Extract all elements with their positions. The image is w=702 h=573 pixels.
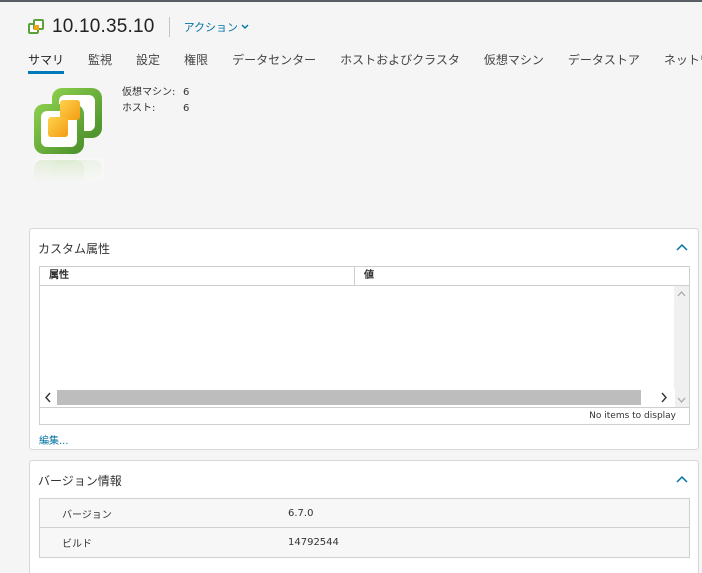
tab-bar: サマリ 監視 設定 権限 データセンター ホストおよびクラスタ 仮想マシン デー…: [28, 50, 702, 74]
column-header-value[interactable]: 値: [355, 267, 675, 285]
vcenter-logo: [34, 88, 104, 184]
scroll-down-icon[interactable]: [677, 397, 686, 404]
horizontal-scrollbar[interactable]: [40, 389, 675, 407]
tab-networks[interactable]: ネットワーク: [664, 50, 702, 74]
table-row: ビルド 14792544: [40, 528, 689, 557]
tab-hosts-clusters[interactable]: ホストおよびクラスタ: [340, 50, 460, 74]
summary-stats: 仮想マシン: 6 ホスト: 6: [122, 85, 189, 117]
custom-attributes-grid: 属性 値 No items to display: [39, 266, 690, 425]
tab-summary[interactable]: サマリ: [28, 50, 65, 74]
row-key: バージョン: [62, 509, 112, 521]
tab-permissions[interactable]: 権限: [184, 50, 208, 74]
card-title: バージョン情報: [38, 474, 122, 488]
chevron-up-icon[interactable]: [676, 242, 688, 252]
card-title: カスタム属性: [38, 242, 111, 256]
header-divider: [168, 17, 170, 37]
tab-configure[interactable]: 設定: [136, 50, 160, 74]
row-value: 6.7.0: [288, 507, 314, 519]
stat-row: ホスト: 6: [122, 101, 189, 117]
scroll-left-icon[interactable]: [44, 392, 52, 403]
scroll-up-icon[interactable]: [677, 290, 686, 297]
stat-label: 仮想マシン:: [122, 87, 176, 98]
chevron-up-icon[interactable]: [676, 474, 688, 484]
tab-vms[interactable]: 仮想マシン: [484, 50, 544, 74]
tab-datacenters[interactable]: データセンター: [232, 50, 316, 74]
tab-monitor[interactable]: 監視: [88, 50, 112, 74]
row-value: 14792544: [288, 537, 339, 548]
actions-label: アクション: [183, 21, 239, 34]
edit-link[interactable]: 編集...: [39, 432, 69, 447]
vertical-scrollbar[interactable]: [674, 286, 689, 407]
custom-attributes-card: カスタム属性 属性 値 No items to display 編集...: [29, 228, 699, 450]
column-header-attribute[interactable]: 属性: [40, 267, 355, 285]
vcenter-icon: [28, 19, 44, 35]
version-table: バージョン 6.7.0 ビルド 14792544: [39, 498, 690, 558]
stat-value: 6: [183, 103, 190, 114]
table-row: バージョン 6.7.0: [40, 499, 689, 528]
tab-datastores[interactable]: データストア: [568, 50, 640, 74]
scroll-thumb[interactable]: [57, 390, 641, 405]
version-info-card: バージョン情報 バージョン 6.7.0 ビルド 14792544: [29, 460, 699, 573]
object-title: 10.10.35.10: [52, 16, 155, 37]
stat-label: ホスト:: [122, 103, 156, 114]
grid-header: 属性 値: [40, 267, 689, 286]
scroll-right-icon[interactable]: [660, 392, 668, 403]
grid-footer: No items to display: [40, 407, 689, 425]
stat-row: 仮想マシン: 6: [122, 85, 189, 101]
chevron-down-icon: [241, 24, 249, 29]
top-border: [0, 0, 702, 2]
row-key: ビルド: [62, 539, 92, 550]
stat-value: 6: [183, 87, 190, 98]
object-header: 10.10.35.10 アクション: [28, 14, 249, 40]
actions-menu-button[interactable]: アクション: [184, 19, 249, 35]
